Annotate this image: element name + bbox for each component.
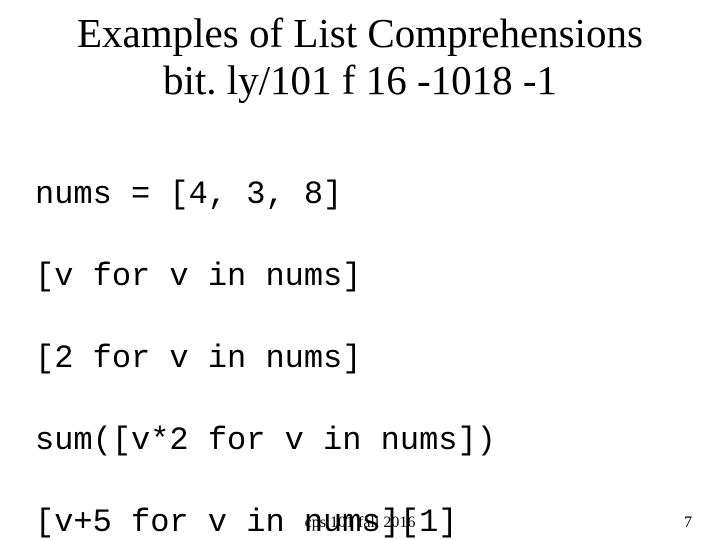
title-line-1: Examples of List Comprehensions: [0, 10, 720, 57]
footer-course: cps 101 fall 2016: [0, 514, 720, 532]
slide: Examples of List Comprehensions bit. ly/…: [0, 10, 720, 540]
code-line: nums = [4, 3, 8]: [35, 175, 720, 216]
code-line: [2 for v in nums]: [35, 339, 720, 380]
footer-page-number: 7: [684, 514, 692, 532]
slide-title: Examples of List Comprehensions bit. ly/…: [0, 10, 720, 104]
code-block: nums = [4, 3, 8] [v for v in nums] [2 fo…: [35, 134, 720, 540]
title-line-2: bit. ly/101 f 16 -1018 -1: [0, 57, 720, 104]
code-line: sum([v*2 for v in nums]): [35, 421, 720, 462]
code-line: [v for v in nums]: [35, 257, 720, 298]
